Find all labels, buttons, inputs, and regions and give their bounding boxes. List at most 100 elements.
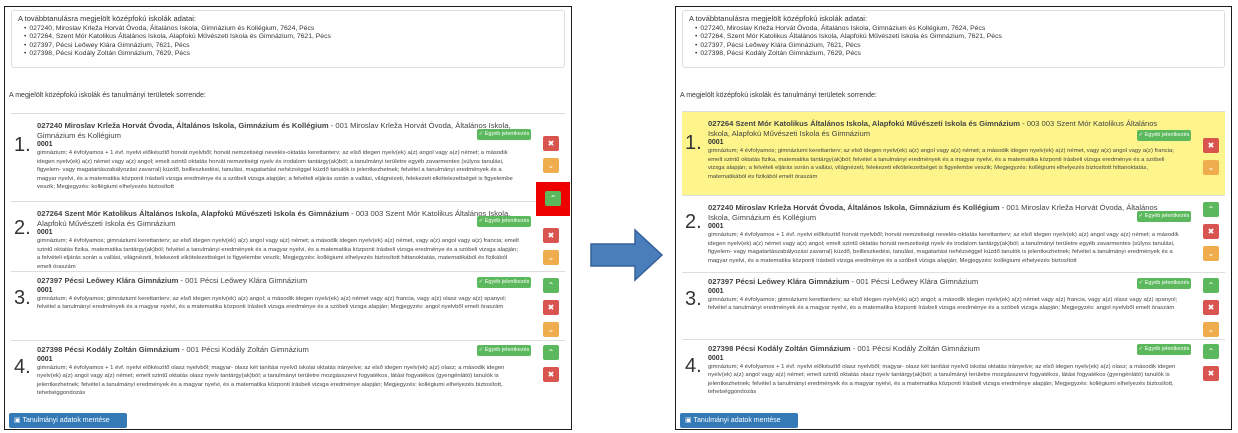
delete-button[interactable]: ✖: [1203, 366, 1219, 381]
x-icon: ✖: [547, 231, 555, 240]
floppy-icon: ▣: [685, 417, 692, 424]
egyeb-jelentkezes-button[interactable]: ✓ Egyéb jelentkezés: [1137, 278, 1191, 289]
delete-button[interactable]: ✖: [543, 300, 559, 315]
delete-button[interactable]: ✖: [1203, 138, 1219, 153]
egyeb-jelentkezes-button[interactable]: ✓ Egyéb jelentkezés: [1137, 130, 1191, 141]
row-controls: ✖ ⌄: [543, 136, 559, 180]
area-name: - 001 Pécsi Kodály Zoltán Gimnázium: [181, 345, 309, 354]
x-icon: ✖: [1207, 141, 1215, 150]
chevron-up-icon: ⌃: [1207, 281, 1215, 290]
chevron-up-icon: ⌃: [547, 348, 555, 357]
chevron-down-icon: ⌄: [547, 161, 555, 170]
delete-button[interactable]: ✖: [1203, 300, 1219, 315]
list-item: 1. ✓ Egyéb jelentkezés ✖ ⌄ 027264 Szent …: [682, 111, 1225, 195]
area-description: gimnázium; 4 évfolyamos; gimnáziumi kere…: [708, 148, 1174, 180]
order-list: 1. ✓ Egyéb jelentkezés ✖ ⌄ 027240 Mirosl…: [11, 113, 565, 408]
right-arrow-icon: [590, 228, 664, 282]
list-item: 2. ✓ Egyéb jelentkezés ✖ ⌄ 027264 Szent …: [11, 201, 565, 271]
egyeb-jelentkezes-button[interactable]: ✓ Egyéb jelentkezés: [477, 345, 531, 356]
row-controls: ✖ ⌄: [543, 228, 559, 272]
save-button[interactable]: ▣ Tanulmányi adatok mentése: [9, 413, 127, 428]
school-name: 027240 Miroslav Krleža Horvát Óvoda, Ált…: [708, 203, 1000, 212]
move-up-button[interactable]: ⌃: [543, 278, 559, 293]
x-icon: ✖: [1207, 227, 1215, 236]
chevron-down-icon: ⌄: [547, 253, 555, 262]
area-description: gimnázium; 4 évfolyamos; gimnáziumi kere…: [37, 295, 507, 311]
delete-button[interactable]: ✖: [543, 136, 559, 151]
chevron-down-icon: ⌄: [1207, 249, 1215, 258]
school-name: 027264 Szent Mór Katolikus Általános Isk…: [37, 209, 350, 218]
rank-number: 1.: [685, 132, 702, 154]
move-up-button[interactable]: ⌃: [543, 345, 559, 360]
school-name: 027397 Pécsi Leőwey Klára Gimnázium: [37, 276, 179, 285]
egyeb-jelentkezes-button[interactable]: ✓ Egyéb jelentkezés: [477, 216, 531, 227]
egyeb-jelentkezes-button[interactable]: ✓ Egyéb jelentkezés: [477, 129, 531, 140]
row-controls: ⌃ ✖: [543, 345, 559, 389]
move-down-button[interactable]: ⌄: [543, 322, 559, 337]
panel-after: A továbbtanulásra megjelölt középfokú is…: [675, 6, 1232, 430]
school-name: 027398 Pécsi Kodály Zoltán Gimnázium: [37, 345, 180, 354]
panel-before: A továbbtanulásra megjelölt középfokú is…: [4, 6, 572, 430]
schools-list: 027240, Miroslav Krleža Horvát Óvoda, Ál…: [18, 25, 558, 58]
delete-button[interactable]: ✖: [543, 228, 559, 243]
area-description: gimnázium; 4 évfolyamos; gimnáziumi kere…: [37, 238, 519, 270]
area-name: - 001 Pécsi Leőwey Klára Gimnázium: [180, 276, 308, 285]
row-controls: ✖ ⌄: [1203, 138, 1219, 182]
area-description: gimnázium; 4 évfolyamos + 1 évf. nyelvi …: [708, 232, 1179, 264]
egyeb-jelentkezes-button[interactable]: ✓ Egyéb jelentkezés: [1137, 344, 1191, 355]
rank-number: 3.: [685, 288, 702, 310]
area-code: 0001: [37, 286, 53, 294]
chevron-up-icon: ⌃: [1207, 205, 1215, 214]
move-down-button[interactable]: ⌄: [1203, 322, 1219, 337]
chevron-down-icon: ⌄: [547, 325, 555, 334]
chevron-up-icon: ⌃: [549, 194, 557, 203]
area-description: gimnázium; 4 évfolyamos; gimnáziumi kere…: [708, 296, 1178, 312]
list-item: 027397, Pécsi Leőwey Klára Gimnázium, 76…: [24, 42, 558, 50]
x-icon: ✖: [1207, 303, 1215, 312]
schools-list: 027240, Miroslav Krleža Horvát Óvoda, Ál…: [689, 25, 1218, 58]
school-name: 027397 Pécsi Leőwey Klára Gimnázium: [708, 277, 850, 286]
schools-box: A továbbtanulásra megjelölt középfokú is…: [11, 10, 565, 68]
order-list: 1. ✓ Egyéb jelentkezés ✖ ⌄ 027264 Szent …: [682, 111, 1225, 409]
move-up-button[interactable]: ⌃: [545, 191, 561, 206]
schools-title: A továbbtanulásra megjelölt középfokú is…: [18, 14, 197, 23]
list-item: 4. ✓ Egyéb jelentkezés ⌃ ✖ 027398 Pécsi …: [11, 340, 565, 408]
school-name: 027398 Pécsi Kodály Zoltán Gimnázium: [708, 344, 851, 353]
rank-number: 4.: [14, 356, 31, 378]
chevron-up-icon: ⌃: [547, 281, 555, 290]
egyeb-jelentkezes-button[interactable]: ✓ Egyéb jelentkezés: [477, 277, 531, 288]
area-code: 0001: [708, 287, 724, 295]
delete-button[interactable]: ✖: [543, 367, 559, 382]
list-item: 1. ✓ Egyéb jelentkezés ✖ ⌄ 027240 Mirosl…: [11, 113, 565, 201]
list-item: 027264, Szent Mór Katolikus Általános Is…: [695, 33, 1218, 41]
school-name: 027240 Miroslav Krleža Horvát Óvoda, Ált…: [37, 121, 329, 130]
move-up-button[interactable]: ⌃: [1203, 278, 1219, 293]
x-icon: ✖: [547, 303, 555, 312]
schools-box: A továbbtanulásra megjelölt középfokú is…: [682, 10, 1225, 68]
move-down-button[interactable]: ⌄: [543, 158, 559, 173]
list-item: 3. ✓ Egyéb jelentkezés ⌃ ✖ ⌄ 027397 Pécs…: [11, 271, 565, 340]
area-name: - 001 Pécsi Kodály Zoltán Gimnázium: [852, 344, 980, 353]
x-icon: ✖: [547, 139, 555, 148]
x-icon: ✖: [547, 370, 555, 379]
rank-number: 4.: [685, 355, 702, 377]
move-up-button[interactable]: ⌃: [1203, 202, 1219, 217]
row-controls: ⌃ ✖ ⌄: [543, 278, 559, 344]
area-description: gimnázium; 4 évfolyamos + 1 évf. nyelvi …: [708, 363, 1176, 396]
move-up-button[interactable]: ⌃: [1203, 344, 1219, 359]
move-down-button[interactable]: ⌄: [1203, 246, 1219, 261]
egyeb-jelentkezes-button[interactable]: ✓ Egyéb jelentkezés: [1137, 211, 1191, 222]
save-label: Tanulmányi adatok mentése: [693, 417, 781, 424]
save-button[interactable]: ▣ Tanulmányi adatok mentése: [680, 413, 798, 428]
area-code: 0001: [708, 354, 724, 362]
move-down-button[interactable]: ⌄: [543, 250, 559, 265]
delete-button[interactable]: ✖: [1203, 224, 1219, 239]
area-code: 0001: [708, 223, 724, 230]
chevron-down-icon: ⌄: [1207, 163, 1215, 172]
rank-number: 1.: [14, 134, 31, 156]
area-description: gimnázium; 4 évfolyamos + 1 évf. nyelvi …: [37, 364, 505, 397]
row-controls: ⌃ ✖: [1203, 344, 1219, 388]
move-down-button[interactable]: ⌄: [1203, 160, 1219, 175]
rank-number: 3.: [14, 287, 31, 309]
list-item: 3. ✓ Egyéb jelentkezés ⌃ ✖ ⌄ 027397 Pécs…: [682, 272, 1225, 339]
